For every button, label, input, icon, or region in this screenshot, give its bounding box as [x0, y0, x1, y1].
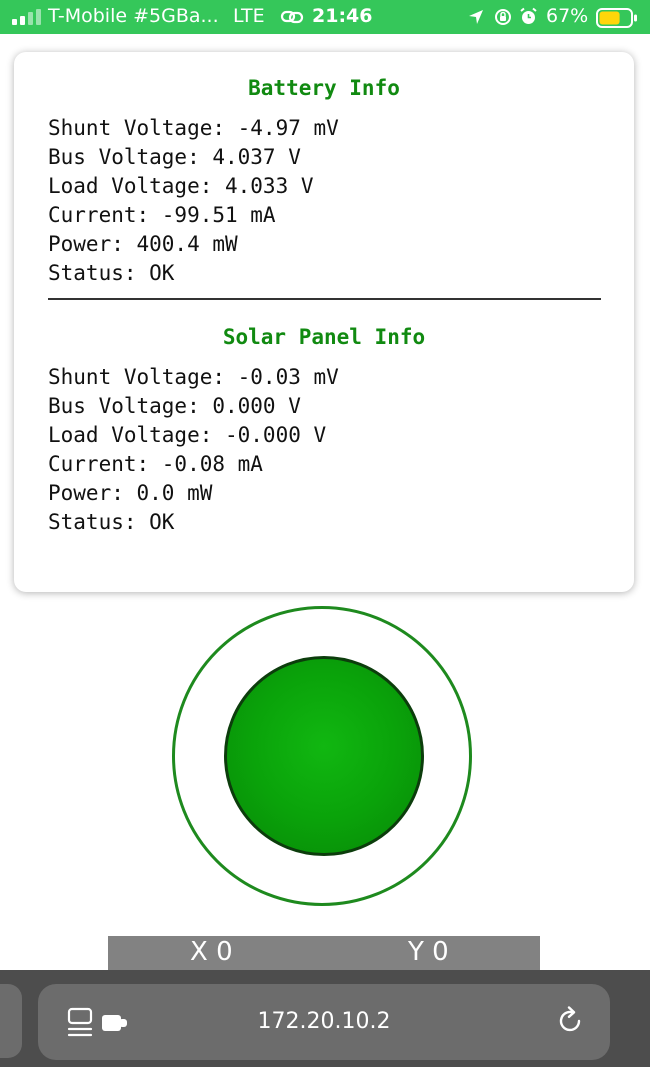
solar-status: Status: OK	[48, 510, 175, 534]
battery-load-voltage: Load Voltage: 4.033 V	[48, 174, 314, 198]
location-icon	[469, 10, 483, 24]
previous-tab[interactable]	[0, 984, 22, 1058]
carrier-name: T-Mobile #5GBa...	[48, 5, 219, 27]
status-bar: T-Mobile #5GBa... LTE 21:46 67%	[0, 0, 650, 34]
battery-current: Current: -99.51 mA	[48, 203, 276, 227]
battery-power: Power: 400.4 mW	[48, 232, 238, 256]
coordinate-readout: X 0 Y 0	[108, 936, 540, 970]
battery-info-list: Shunt Voltage: -4.97 mV Bus Voltage: 4.0…	[48, 114, 339, 288]
url-text[interactable]: 172.20.10.2	[38, 1009, 610, 1034]
solar-info-title: Solar Panel Info	[222, 325, 426, 349]
clock-time: 21:46	[312, 5, 373, 27]
solar-bus-voltage: Bus Voltage: 0.000 V	[48, 394, 301, 418]
y-coordinate: Y 0	[408, 937, 449, 967]
section-divider	[48, 298, 601, 300]
battery-info-title: Battery Info	[248, 76, 400, 100]
battery-bus-voltage: Bus Voltage: 4.037 V	[48, 145, 301, 169]
x-coordinate: X 0	[190, 937, 233, 967]
battery-icon	[596, 8, 637, 28]
joystick-knob[interactable]	[224, 656, 424, 856]
battery-shunt-voltage: Shunt Voltage: -4.97 mV	[48, 116, 339, 140]
browser-toolbar: 172.20.10.2	[0, 970, 650, 1067]
info-card: Battery Info Shunt Voltage: -4.97 mV Bus…	[14, 52, 634, 592]
reload-icon[interactable]	[555, 1006, 585, 1036]
battery-percent: 67%	[546, 5, 589, 27]
network-type: LTE	[233, 5, 265, 27]
solar-load-voltage: Load Voltage: -0.000 V	[48, 423, 327, 447]
solar-power: Power: 0.0 mW	[48, 481, 213, 505]
alarm-icon	[520, 7, 537, 24]
battery-status: Status: OK	[48, 261, 175, 285]
link-icon	[280, 10, 304, 24]
rotation-lock-icon	[495, 9, 511, 25]
signal-icon	[12, 9, 41, 25]
solar-info-list: Shunt Voltage: -0.03 mV Bus Voltage: 0.0…	[48, 363, 339, 537]
solar-shunt-voltage: Shunt Voltage: -0.03 mV	[48, 365, 339, 389]
solar-current: Current: -0.08 mA	[48, 452, 263, 476]
